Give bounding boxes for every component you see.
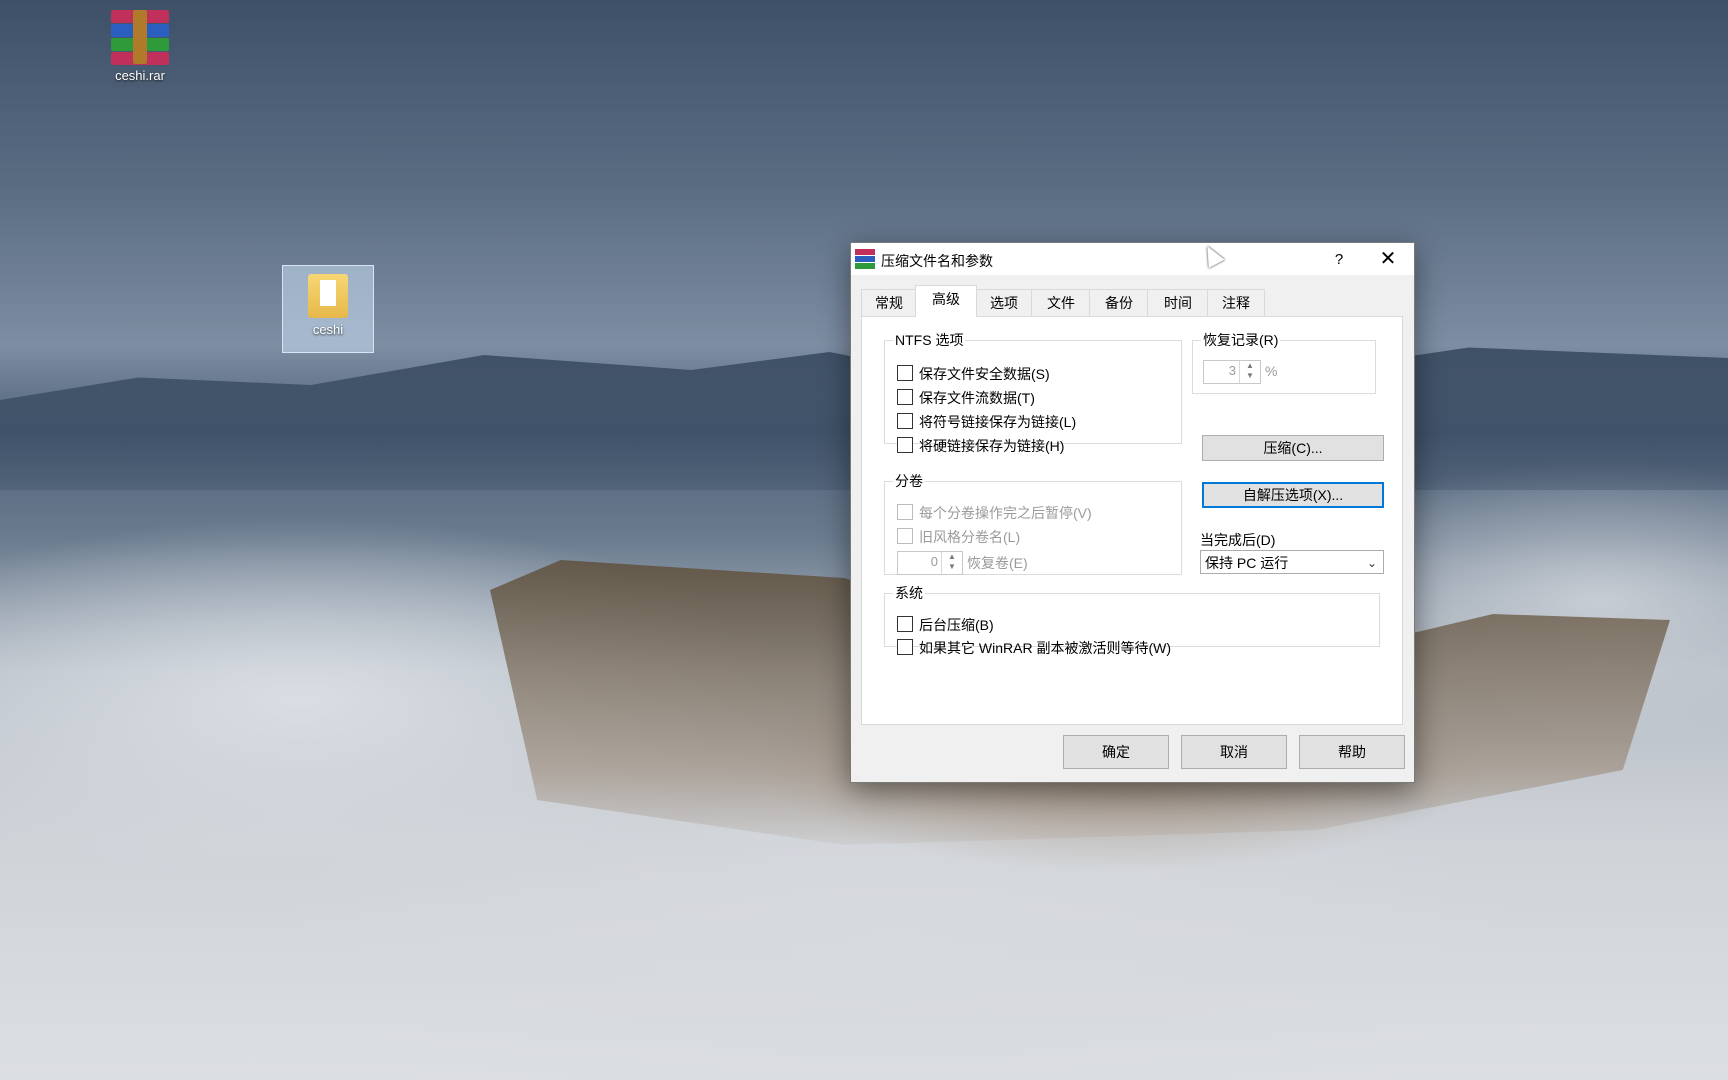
checkbox-label: 将硬链接保存为链接(H) (919, 438, 1065, 454)
pause-after-volume-checkbox[interactable]: 每个分卷操作完之后暂停(V) (897, 503, 1092, 523)
winrar-archive-icon (111, 10, 169, 65)
help-button[interactable]: 帮助 (1299, 735, 1405, 769)
old-style-volume-names-checkbox[interactable]: 旧风格分卷名(L) (897, 527, 1020, 547)
recovery-volumes-label: 恢复卷(E) (967, 555, 1028, 571)
checkbox-box (897, 389, 913, 405)
desktop-icon-ceshi-rar[interactable]: ceshi.rar (98, 10, 182, 83)
tab-options[interactable]: 选项 (975, 289, 1033, 316)
store-symlinks-checkbox[interactable]: 将符号链接保存为链接(L) (897, 412, 1076, 432)
checkbox-label: 保存文件流数据(T) (919, 390, 1035, 406)
checkbox-box (897, 528, 913, 544)
checkbox-box (897, 437, 913, 453)
desktop-icon-label: ceshi (312, 322, 344, 337)
system-legend: 系统 (895, 585, 923, 601)
after-completion-selected: 保持 PC 运行 (1205, 555, 1289, 571)
checkbox-label: 后台压缩(B) (919, 617, 994, 633)
tab-time[interactable]: 时间 (1147, 289, 1209, 316)
volumes-legend: 分卷 (895, 473, 923, 489)
checkbox-label: 每个分卷操作完之后暂停(V) (919, 505, 1092, 521)
checkbox-box (897, 504, 913, 520)
checkbox-label: 旧风格分卷名(L) (919, 529, 1021, 545)
after-completion-dropdown[interactable]: 保持 PC 运行 ⌄ (1200, 550, 1384, 574)
close-button[interactable]: ✕ (1363, 245, 1413, 273)
ok-button[interactable]: 确定 (1063, 735, 1169, 769)
tab-files[interactable]: 文件 (1031, 289, 1091, 316)
checkbox-box (897, 639, 913, 655)
checkbox-box (897, 365, 913, 381)
save-streams-checkbox[interactable]: 保存文件流数据(T) (897, 388, 1035, 408)
desktop-icon-ceshi-folder[interactable]: ceshi (282, 265, 374, 353)
ntfs-options-legend: NTFS 选项 (895, 332, 964, 348)
winrar-app-icon (855, 249, 875, 269)
ntfs-options-group: NTFS 选项 保存文件安全数据(S) 保存文件流数据(T) 将符号链接保存为链… (884, 330, 1182, 454)
background-compression-checkbox[interactable]: 后台压缩(B) (897, 615, 994, 635)
tab-advanced[interactable]: 高级 (915, 285, 977, 317)
tab-general[interactable]: 常规 (861, 289, 917, 316)
recovery-record-group: 恢复记录(R) 3 ▲ ▼ % (1192, 330, 1376, 394)
spinner-arrows-icon[interactable]: ▲ ▼ (941, 552, 962, 574)
recovery-record-unit: % (1265, 363, 1278, 379)
dialog-title: 压缩文件名和参数 (881, 253, 993, 269)
wait-other-winrar-checkbox[interactable]: 如果其它 WinRAR 副本被激活则等待(W) (897, 638, 1171, 658)
compress-button[interactable]: 压缩(C)... (1202, 435, 1384, 461)
desktop-icon-label: ceshi.rar (115, 68, 165, 83)
folder-icon (308, 274, 348, 318)
checkbox-label: 将符号链接保存为链接(L) (919, 414, 1077, 430)
after-completion-label: 当完成后(D) (1200, 532, 1276, 548)
help-title-button[interactable]: ? (1319, 247, 1359, 273)
tab-comment[interactable]: 注释 (1207, 289, 1265, 316)
recovery-volumes-spinner[interactable]: 0 ▲ ▼ (897, 551, 963, 575)
checkbox-label: 保存文件安全数据(S) (919, 366, 1050, 382)
recovery-record-value: 3 (1228, 363, 1236, 378)
checkbox-box (897, 616, 913, 632)
recovery-volumes-value: 0 (930, 554, 938, 569)
spinner-arrows-icon[interactable]: ▲ ▼ (1239, 361, 1260, 383)
recovery-record-legend: 恢复记录(R) (1203, 332, 1279, 348)
advanced-tab-panel: NTFS 选项 保存文件安全数据(S) 保存文件流数据(T) 将符号链接保存为链… (861, 316, 1403, 725)
checkbox-label: 如果其它 WinRAR 副本被激活则等待(W) (919, 640, 1171, 656)
chevron-down-icon: ⌄ (1366, 556, 1377, 570)
store-hardlinks-checkbox[interactable]: 将硬链接保存为链接(H) (897, 436, 1064, 456)
dialog-titlebar[interactable]: 压缩文件名和参数 ? ✕ (851, 243, 1414, 275)
recovery-record-spinner[interactable]: 3 ▲ ▼ (1203, 360, 1261, 384)
cancel-button[interactable]: 取消 (1181, 735, 1287, 769)
checkbox-box (897, 413, 913, 429)
system-group: 系统 后台压缩(B) 如果其它 WinRAR 副本被激活则等待(W) (884, 583, 1380, 656)
archive-name-and-parameters-dialog: 压缩文件名和参数 ? ✕ 常规 高级 选项 文件 备份 时间 注释 NTFS 选… (850, 242, 1415, 783)
volumes-group: 分卷 每个分卷操作完之后暂停(V) 旧风格分卷名(L) 0 ▲ ▼ 恢复卷(E) (884, 471, 1182, 575)
tab-backup[interactable]: 备份 (1089, 289, 1149, 316)
save-security-checkbox[interactable]: 保存文件安全数据(S) (897, 364, 1050, 384)
sfx-options-button[interactable]: 自解压选项(X)... (1202, 482, 1384, 508)
